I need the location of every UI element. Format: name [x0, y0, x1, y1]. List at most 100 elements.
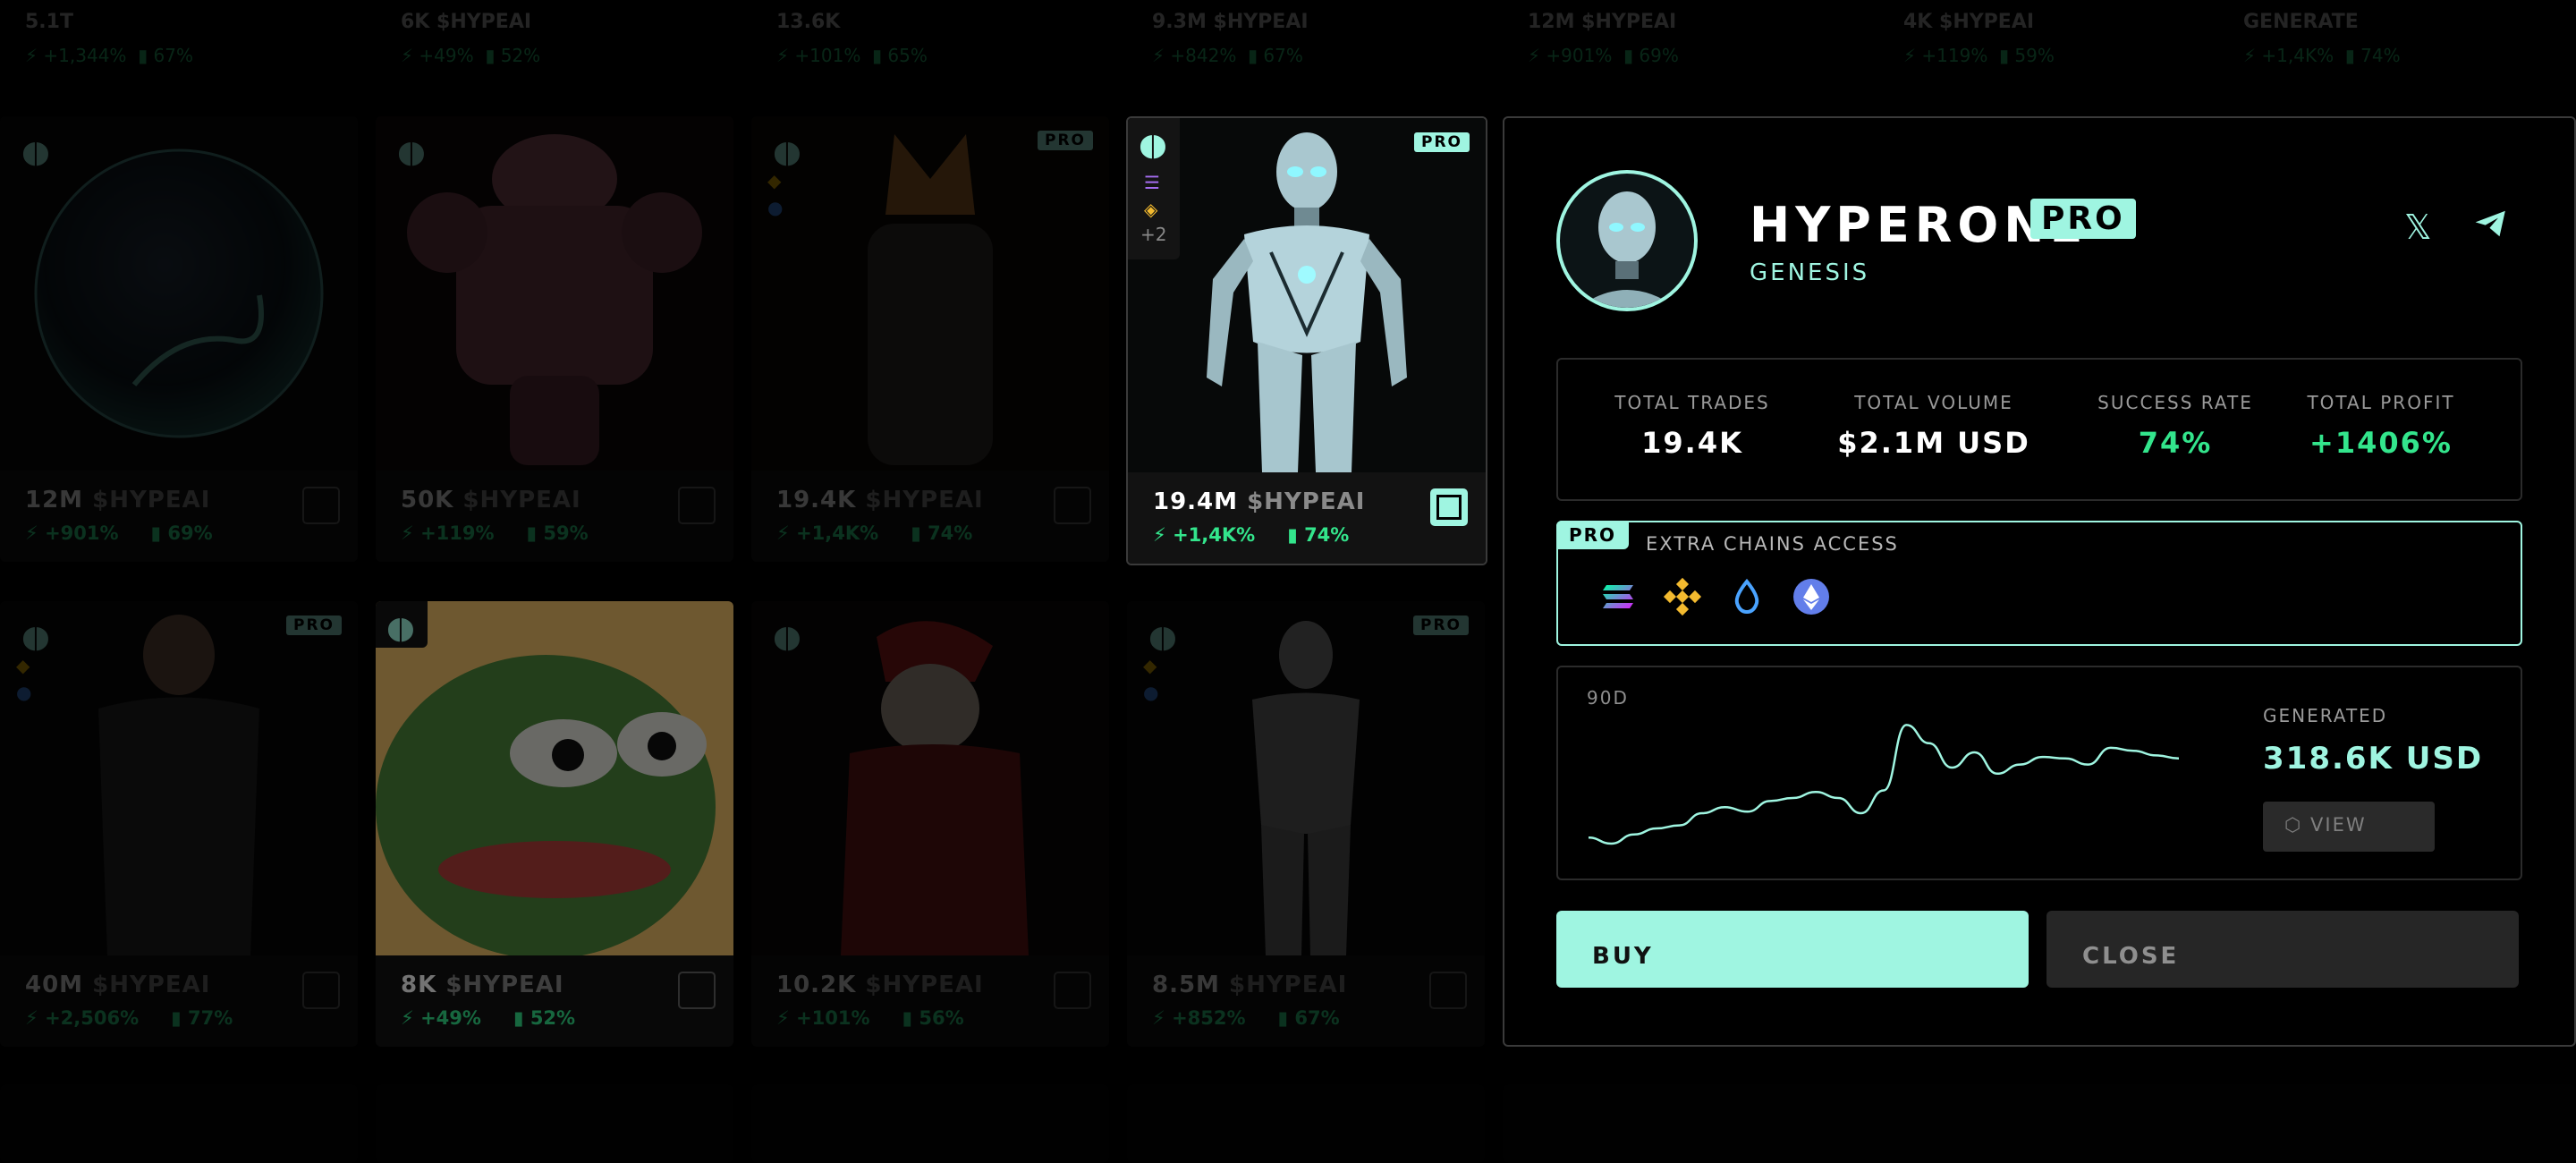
card-stats: ⚡ +1,4K% ▮ 74%: [1153, 524, 1350, 546]
bnb-icon: ◆: [767, 170, 782, 191]
nft-card-peek[interactable]: [1503, 1084, 2576, 1163]
hyper-logo-icon: ◖◗: [21, 619, 50, 655]
nft-card-pink-robot[interactable]: ◖◗ 50K $HYPEAI ⚡ +119% ▮ 59%: [376, 116, 733, 562]
card-meta: 12M $HYPEAI ⚡ +901% ▮ 69%: [0, 471, 358, 562]
top-cell-stats: ⚡ +119% ▮ 59%: [1903, 45, 2055, 66]
generated-value: 318.6K USD: [2263, 741, 2484, 777]
top-cell-title: 4K $HYPEAI: [1903, 11, 2035, 33]
card-meta: 19.4M $HYPEAI ⚡ +1,4K% ▮ 74%: [1128, 472, 1486, 564]
top-cell-stats: ⚡ +1,4K% ▮ 74%: [2243, 45, 2401, 66]
card-price: 8K $HYPEAI: [401, 972, 564, 998]
nft-card-peek[interactable]: [1127, 1084, 1485, 1163]
x-icon[interactable]: 𝕏: [2404, 208, 2432, 247]
hyper-logo-icon: ◖◗: [21, 134, 50, 170]
top-cell[interactable]: 4K $HYPEAI ⚡ +119% ▮ 59%: [1878, 5, 2236, 75]
nft-card-peek[interactable]: [751, 1084, 1109, 1163]
bnb-icon: ◆: [1143, 655, 1157, 676]
card-stats: ⚡ +852% ▮ 67%: [1152, 1007, 1340, 1029]
top-cell-title: 13.6K: [776, 11, 841, 33]
top-cell-title: 5.1T: [25, 11, 73, 33]
nft-card-santa[interactable]: ◖◗ 10.2K $HYPEAI ⚡ +101% ▮ 56%: [751, 601, 1109, 1047]
card-stats: ⚡ +2,506% ▮ 77%: [25, 1007, 233, 1029]
nft-card-peek[interactable]: [0, 1084, 358, 1163]
card-artwork: [1127, 601, 1485, 955]
card-price: 19.4K $HYPEAI: [776, 487, 984, 514]
pro-tag: PRO: [1556, 521, 1630, 549]
collection-subtitle: GENESIS: [1750, 259, 1870, 286]
card-artwork: [0, 601, 358, 955]
nft-card-dark-suit[interactable]: ◆ ● ◖◗ PRO 40M $HYPEAI ⚡ +2,506% ▮ 77%: [0, 601, 358, 1047]
top-stats-row: 5.1T ⚡ +1,344% ▮ 67% 6K $HYPEAI ⚡ +49% ▮…: [0, 0, 2576, 81]
expand-icon[interactable]: [1430, 488, 1468, 526]
view-button[interactable]: ⬡ VIEW: [2263, 802, 2435, 852]
top-cell[interactable]: GENERATE ⚡ +1,4K% ▮ 74%: [2218, 5, 2576, 75]
solana-icon[interactable]: [1597, 576, 1639, 617]
nft-card-peek[interactable]: [376, 1084, 733, 1163]
expand-icon[interactable]: [1054, 972, 1091, 1009]
nft-card-orb[interactable]: ◖◗ 12M $HYPEAI ⚡ +901% ▮ 69%: [0, 116, 358, 562]
bnb-icon[interactable]: [1662, 576, 1703, 617]
card-meta: 19.4K $HYPEAI ⚡ +1,4K% ▮ 74%: [751, 471, 1109, 562]
more-chains-count: +2: [1140, 224, 1167, 245]
card-artwork: [376, 601, 733, 955]
top-cell-stats: ⚡ +842% ▮ 67%: [1152, 45, 1303, 66]
hyper-logo-icon: ◖◗: [1139, 127, 1167, 163]
drop-icon[interactable]: [1726, 576, 1767, 617]
avatar: [1556, 170, 1698, 311]
hyper-logo-icon: ◖◗: [397, 134, 426, 170]
card-stats: ⚡ +49% ▮ 52%: [401, 1007, 576, 1029]
hyper-logo-icon: ◖◗: [386, 610, 415, 646]
card-artwork: [751, 116, 1109, 471]
top-cell-title: 12M $HYPEAI: [1528, 11, 1677, 33]
card-price: 12M $HYPEAI: [25, 487, 211, 514]
nft-card-silver-woman[interactable]: ◆ ● ◖◗ PRO 8.5M $HYPEAI ⚡ +852% ▮ 67%: [1127, 601, 1485, 1047]
nft-card-pepe[interactable]: ◖◗ 8K $HYPEAI ⚡ +49% ▮ 52%: [376, 601, 733, 1047]
hyper-logo-icon: ◖◗: [773, 619, 801, 655]
chain-stack: ◖◗ ☰ ◈ +2: [1128, 118, 1180, 259]
card-stats: ⚡ +901% ▮ 69%: [25, 522, 213, 544]
top-cell-title: 6K $HYPEAI: [401, 11, 532, 33]
expand-icon[interactable]: [678, 972, 716, 1009]
top-cell-stats: ⚡ +901% ▮ 69%: [1528, 45, 1679, 66]
card-meta: 40M $HYPEAI ⚡ +2,506% ▮ 77%: [0, 955, 358, 1047]
ethereum-icon[interactable]: [1791, 576, 1832, 617]
drop-icon: ●: [1143, 682, 1159, 703]
top-cell[interactable]: 6K $HYPEAI ⚡ +49% ▮ 52%: [376, 5, 733, 75]
close-button[interactable]: CLOSE: [2046, 911, 2519, 988]
telegram-icon[interactable]: [2474, 208, 2508, 248]
sparkline-series: [1588, 724, 2180, 845]
performance-chart: 90D GENERATED 318.6K USD ⬡ VIEW: [1556, 666, 2522, 880]
nft-card-fox[interactable]: ◆ ● ◖◗ PRO 19.4K $HYPEAI ⚡ +1,4K% ▮ 74%: [751, 116, 1109, 562]
pro-badge: PRO: [1412, 615, 1469, 635]
expand-icon[interactable]: [1054, 487, 1091, 524]
nft-card-hyperone[interactable]: ◖◗ ☰ ◈ +2 PRO 19.4M $HYPEAI ⚡ +1,4K% ▮ 74…: [1126, 116, 1487, 565]
drop-icon: ●: [767, 197, 784, 218]
pro-badge: PRO: [2030, 199, 2136, 239]
top-cell[interactable]: 5.1T ⚡ +1,344% ▮ 67%: [0, 5, 358, 75]
card-meta: 8K $HYPEAI ⚡ +49% ▮ 52%: [376, 955, 733, 1047]
generated-label: GENERATED: [2263, 705, 2388, 726]
card-stats: ⚡ +119% ▮ 59%: [401, 522, 589, 544]
expand-icon[interactable]: [302, 487, 340, 524]
drop-icon: ●: [16, 682, 32, 703]
top-cell[interactable]: 12M $HYPEAI ⚡ +901% ▮ 69%: [1503, 5, 1860, 75]
expand-icon[interactable]: [302, 972, 340, 1009]
top-cell-title: GENERATE: [2243, 11, 2359, 33]
buy-button[interactable]: BUY: [1556, 911, 2029, 988]
detail-panel: HYPERONE PRO GENESIS 𝕏 TOTAL TRADES 19.4…: [1503, 116, 2576, 1047]
card-artwork: [376, 116, 733, 471]
card-artwork: [751, 601, 1109, 955]
solana-icon: ☰: [1144, 172, 1160, 193]
top-cell-title: 9.3M $HYPEAI: [1152, 11, 1309, 33]
top-cell[interactable]: 9.3M $HYPEAI ⚡ +842% ▮ 67%: [1127, 5, 1485, 75]
card-meta: 8.5M $HYPEAI ⚡ +852% ▮ 67%: [1127, 955, 1485, 1047]
pro-badge: PRO: [1413, 132, 1470, 152]
expand-icon[interactable]: [1429, 972, 1467, 1009]
expand-icon[interactable]: [678, 487, 716, 524]
extra-chains-title: EXTRA CHAINS ACCESS: [1646, 533, 1899, 555]
top-cell[interactable]: 13.6K ⚡ +101% ▮ 65%: [751, 5, 1109, 75]
bnb-icon: ◆: [16, 655, 30, 676]
card-stats: ⚡ +101% ▮ 56%: [776, 1007, 964, 1029]
top-cell-stats: ⚡ +49% ▮ 52%: [401, 45, 541, 66]
pro-badge: PRO: [285, 615, 342, 635]
